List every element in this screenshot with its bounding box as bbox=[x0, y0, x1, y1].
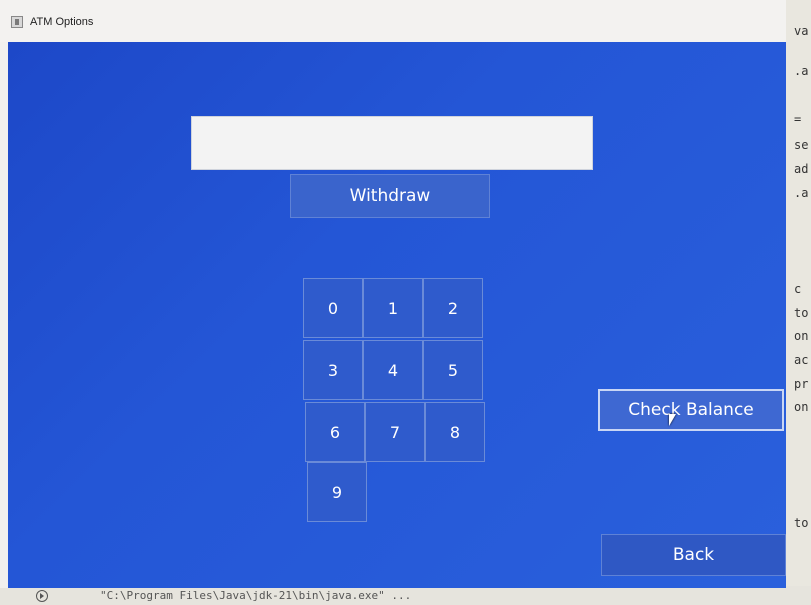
withdraw-button[interactable]: Withdraw bbox=[290, 174, 490, 218]
mouse-pointer-icon bbox=[669, 414, 676, 426]
atm-panel: Withdraw 0 1 2 3 4 5 6 7 8 9 Check Balan… bbox=[8, 42, 786, 588]
keypad-key-3[interactable]: 3 bbox=[303, 340, 363, 400]
background-code-fragment: ad bbox=[794, 162, 809, 176]
background-code-fragment: to bbox=[794, 516, 809, 530]
keypad-key-6[interactable]: 6 bbox=[305, 402, 365, 462]
background-code-fragment: .a bbox=[794, 186, 809, 200]
check-balance-button[interactable]: Check Balance bbox=[598, 389, 784, 431]
background-code-fragment: to bbox=[794, 306, 809, 320]
background-code-fragment: pr bbox=[794, 377, 809, 391]
keypad-key-4[interactable]: 4 bbox=[363, 340, 423, 400]
background-code-fragment: c bbox=[794, 282, 802, 296]
back-button[interactable]: Back bbox=[601, 534, 786, 576]
java-app-icon bbox=[11, 16, 23, 28]
keypad-key-9[interactable]: 9 bbox=[307, 462, 367, 522]
amount-input[interactable] bbox=[191, 116, 593, 170]
keypad-key-7[interactable]: 7 bbox=[365, 402, 425, 462]
console-strip: "C:\Program Files\Java\jdk-21\bin\java.e… bbox=[0, 586, 811, 605]
window-title: ATM Options bbox=[30, 16, 94, 28]
background-code-fragment: ac bbox=[794, 353, 809, 367]
background-code-fragment: .a bbox=[794, 64, 809, 78]
console-output: "C:\Program Files\Java\jdk-21\bin\java.e… bbox=[100, 589, 412, 602]
background-code-fragment: on bbox=[794, 400, 809, 414]
run-icon[interactable] bbox=[36, 590, 48, 602]
keypad-key-5[interactable]: 5 bbox=[423, 340, 483, 400]
atm-options-window: ATM Options Withdraw 0 1 2 3 4 5 6 7 8 9… bbox=[0, 0, 786, 588]
title-bar[interactable]: ATM Options bbox=[0, 0, 786, 42]
keypad-key-1[interactable]: 1 bbox=[363, 278, 423, 338]
background-code-fragment: se bbox=[794, 138, 809, 152]
background-code-fragment: va bbox=[794, 24, 809, 38]
keypad-key-0[interactable]: 0 bbox=[303, 278, 363, 338]
background-code-fragment: = bbox=[794, 112, 802, 126]
numeric-keypad: 0 1 2 3 4 5 6 7 8 9 bbox=[303, 278, 487, 523]
keypad-key-8[interactable]: 8 bbox=[425, 402, 485, 462]
background-editor-window: va .a = se ad .a c to on ac pr on to bbox=[786, 0, 811, 605]
keypad-key-2[interactable]: 2 bbox=[423, 278, 483, 338]
background-code-fragment: on bbox=[794, 329, 809, 343]
